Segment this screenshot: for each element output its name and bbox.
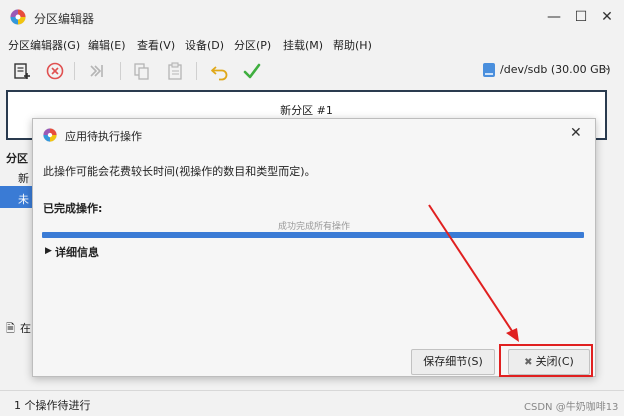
app-logo-icon — [43, 128, 57, 142]
watermark: CSDN @牛奶咖啡13 — [524, 402, 619, 413]
window-title: 分区编辑器 — [34, 12, 95, 26]
side-info-text: 在 — [20, 322, 31, 335]
device-selector[interactable]: /dev/sdb (30.00 GB) ⌄ — [476, 58, 618, 82]
apply-icon[interactable] — [242, 61, 262, 81]
completed-operations-label: 已完成操作: — [43, 202, 103, 215]
menu-gparted[interactable]: 分区编辑器(G) — [8, 37, 80, 53]
new-partition-icon[interactable] — [12, 61, 32, 81]
menu-edit[interactable]: 编辑(E) — [88, 37, 126, 53]
menu-help[interactable]: 帮助(H) — [333, 37, 372, 53]
minimize-button[interactable]: — — [545, 8, 563, 26]
partition-column-header: 分区 — [6, 152, 28, 165]
details-expander[interactable]: 详细信息 — [55, 244, 99, 260]
apply-operations-dialog: 应用待执行操作 ✕ 此操作可能会花费较长时间(视操作的数目和类型而定)。 已完成… — [32, 118, 596, 377]
toolbar-separator — [196, 62, 197, 80]
toolbar-separator — [74, 62, 75, 80]
progress-status-text: 成功完成所有操作 — [277, 222, 350, 232]
annotation-highlight-box — [499, 344, 593, 377]
close-window-button[interactable]: ✕ — [598, 8, 616, 26]
save-details-button[interactable]: 保存细节(S) — [411, 349, 495, 375]
dialog-message: 此操作可能会花费较长时间(视操作的数目和类型而定)。 — [43, 165, 316, 178]
menu-partition[interactable]: 分区(P) — [234, 37, 271, 53]
expand-triangle-icon[interactable]: ▶ — [45, 246, 52, 256]
device-label: /dev/sdb (30.00 GB) — [500, 63, 611, 76]
paste-icon[interactable] — [166, 61, 186, 81]
undo-icon[interactable] — [210, 61, 230, 81]
divider — [0, 390, 624, 391]
chevron-down-icon: ⌄ — [603, 62, 612, 73]
delete-icon[interactable] — [45, 61, 65, 81]
toolbar-separator — [120, 62, 121, 80]
dialog-title: 应用待执行操作 — [65, 130, 142, 143]
resize-move-icon[interactable] — [86, 61, 106, 81]
status-text: 1 个操作待进行 — [14, 399, 91, 412]
menu-bar: 分区编辑器(G) 编辑(E) 查看(V) 设备(D) 分区(P) 挂载(M) 帮… — [0, 34, 624, 54]
list-item-label: 未 — [18, 193, 29, 206]
menu-mount[interactable]: 挂载(M) — [283, 37, 323, 53]
save-details-label: 保存细节(S) — [423, 355, 483, 368]
app-logo-icon — [10, 9, 26, 25]
list-item[interactable]: 新 — [18, 170, 29, 186]
title-bar: 分区编辑器 — ☐ ✕ — [0, 0, 624, 34]
maximize-button[interactable]: ☐ — [572, 8, 590, 26]
drive-icon — [483, 63, 495, 77]
menu-view[interactable]: 查看(V) — [137, 37, 175, 53]
progress-bar — [42, 232, 584, 238]
partition-map-label: 新分区 #1 — [280, 104, 333, 117]
dialog-close-icon[interactable]: ✕ — [570, 125, 582, 141]
menu-device[interactable]: 设备(D) — [185, 37, 224, 53]
info-icon: 🗎 — [6, 322, 15, 335]
copy-icon[interactable] — [132, 61, 152, 81]
